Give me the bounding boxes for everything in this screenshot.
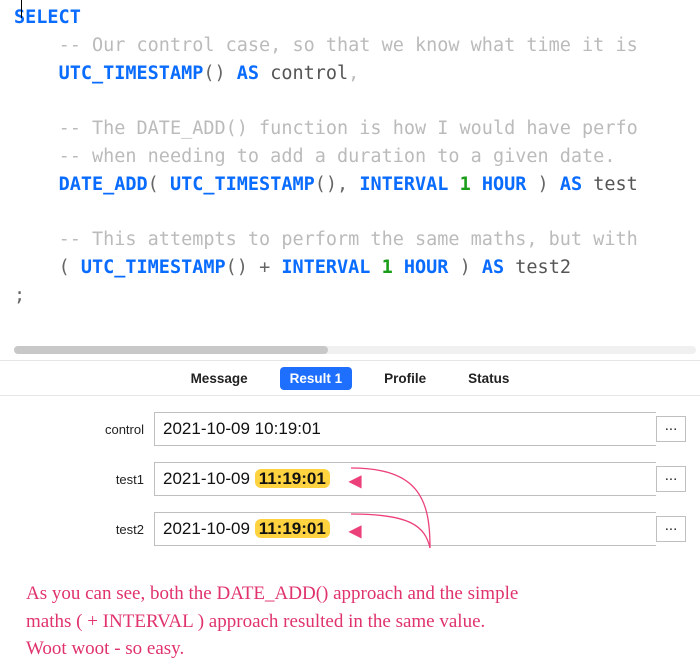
expand-button[interactable]: ... [656, 466, 686, 492]
horizontal-scrollbar[interactable] [14, 346, 696, 354]
keyword-select: SELECT [14, 7, 81, 28]
keyword-as: AS [560, 174, 582, 195]
alias-test2: test2 [515, 257, 571, 278]
keyword-hour: HOUR [404, 257, 449, 278]
tab-profile[interactable]: Profile [374, 367, 436, 390]
results-tabs: Message Result 1 Profile Status [0, 360, 700, 396]
result-value[interactable]: 2021-10-09 10:19:01 [154, 412, 656, 446]
result-text: 2021-10-09 [163, 519, 255, 538]
result-label: control [14, 422, 154, 437]
result-row-test1: test1 2021-10-09 11:19:01 ... ◀ [14, 462, 686, 496]
terminator: ; [14, 285, 25, 306]
result-row-control: control 2021-10-09 10:19:01 ... [14, 412, 686, 446]
result-value[interactable]: 2021-10-09 11:19:01 [154, 462, 656, 496]
highlighted-time: 11:19:01 [255, 519, 330, 538]
fn-utc: UTC_TIMESTAMP [59, 63, 204, 84]
annotation-text: As you can see, both the DATE_ADD() appr… [0, 570, 700, 663]
comment: -- Our control case, so that we know wha… [59, 35, 638, 56]
highlighted-time: 11:19:01 [255, 469, 330, 488]
keyword-as: AS [237, 63, 259, 84]
comment: -- when needing to add a duration to a g… [59, 146, 616, 167]
result-text: 2021-10-09 10:19:01 [163, 419, 321, 438]
scrollbar-thumb[interactable] [14, 346, 328, 354]
sql-editor[interactable]: SELECT -- Our control case, so that we k… [0, 0, 700, 360]
fn-utc: UTC_TIMESTAMP [81, 257, 226, 278]
tab-message[interactable]: Message [181, 367, 258, 390]
tab-status[interactable]: Status [458, 367, 519, 390]
text-cursor [21, 0, 22, 18]
keyword-interval: INTERVAL [359, 174, 448, 195]
alias-control: control [270, 63, 348, 84]
annotation-line: maths ( + INTERVAL ) approach resulted i… [26, 608, 674, 636]
alias-test1: test [593, 174, 638, 195]
tab-result-1[interactable]: Result 1 [280, 367, 353, 390]
arrow-icon: ◀ [349, 471, 361, 491]
comment: -- The DATE_ADD() function is how I woul… [59, 118, 638, 139]
literal-1: 1 [382, 257, 393, 278]
arrow-icon: ◀ [349, 521, 361, 541]
annotation-line: Woot woot - so easy. [26, 635, 674, 663]
literal-1: 1 [460, 174, 471, 195]
result-text: 2021-10-09 [163, 469, 255, 488]
annotation-line: As you can see, both the DATE_ADD() appr… [26, 580, 674, 608]
code-block: SELECT -- Our control case, so that we k… [14, 4, 700, 309]
expand-button[interactable]: ... [656, 416, 686, 442]
fn-utc: UTC_TIMESTAMP [170, 174, 315, 195]
result-label: test1 [14, 472, 154, 487]
expand-button[interactable]: ... [656, 516, 686, 542]
fn-date-add: DATE_ADD [59, 174, 148, 195]
result-row-test2: test2 2021-10-09 11:19:01 ... ◀ [14, 512, 686, 546]
result-label: test2 [14, 522, 154, 537]
keyword-interval: INTERVAL [281, 257, 370, 278]
results-panel: control 2021-10-09 10:19:01 ... test1 20… [0, 396, 700, 570]
keyword-hour: HOUR [482, 174, 527, 195]
result-value[interactable]: 2021-10-09 11:19:01 [154, 512, 656, 546]
keyword-as: AS [482, 257, 504, 278]
comment: -- This attempts to perform the same mat… [59, 229, 638, 250]
